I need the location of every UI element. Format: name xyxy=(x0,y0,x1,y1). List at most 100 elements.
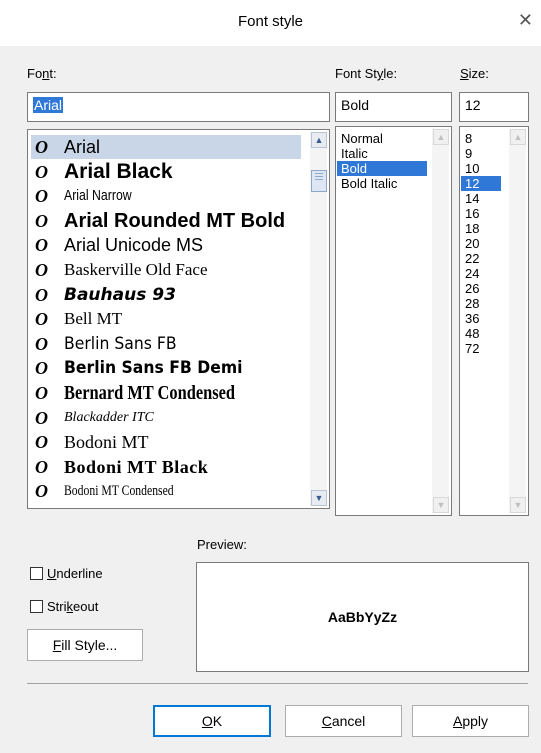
scroll-up-icon[interactable]: ▲ xyxy=(311,132,327,148)
font-style-scrollbar[interactable]: ▲ ▼ xyxy=(432,129,449,513)
scroll-up-icon[interactable]: ▲ xyxy=(433,129,449,145)
size-item[interactable]: 9 xyxy=(461,146,501,161)
font-style-items: Normal Italic Bold Bold Italic xyxy=(337,131,427,191)
font-type-icon: O xyxy=(35,186,48,207)
font-type-icon: O xyxy=(35,260,48,280)
font-input[interactable]: Arial xyxy=(27,92,330,122)
font-type-icon: O xyxy=(35,161,48,182)
font-list-item[interactable]: O Baskerville Old Face xyxy=(31,258,301,282)
font-type-icon: O xyxy=(35,481,48,502)
size-label: Size: xyxy=(460,66,489,81)
font-list-item[interactable]: O Bell MT xyxy=(31,307,301,331)
strikeout-label[interactable]: Strikeout xyxy=(47,599,98,614)
size-item[interactable]: 12 xyxy=(461,176,501,191)
font-type-icon: O xyxy=(35,284,48,305)
font-type-icon: O xyxy=(35,358,48,379)
font-type-icon: O xyxy=(35,407,48,428)
ok-button[interactable]: OK xyxy=(153,705,271,737)
size-item[interactable]: 24 xyxy=(461,266,501,281)
size-items: 8 9 10 12 14 16 18 20 22 24 26 28 36 48 72 xyxy=(461,131,501,356)
font-list-item-label: Berlin Sans FB Demi xyxy=(64,358,243,379)
size-item[interactable]: 36 xyxy=(461,311,501,326)
font-list-item-label: Bernard MT Condensed xyxy=(64,382,236,404)
underline-label[interactable]: Underline xyxy=(47,566,103,581)
font-list-item-label: Bodoni MT Black xyxy=(64,456,209,477)
font-style-input[interactable]: Bold xyxy=(335,92,452,122)
font-list-item[interactable]: O Bodoni MT Black xyxy=(31,455,301,479)
size-item[interactable]: 22 xyxy=(461,251,501,266)
size-scrollbar[interactable]: ▲ ▼ xyxy=(509,129,526,513)
font-list-scrollbar[interactable]: ▲ ▼ xyxy=(310,132,327,506)
font-list-item[interactable]: O Arial xyxy=(31,135,301,159)
font-type-icon: O xyxy=(35,333,48,354)
font-list-item[interactable]: O Bernard MT Condensed xyxy=(31,381,301,405)
font-list-item-label: Arial Narrow xyxy=(64,187,132,205)
strikeout-checkbox[interactable] xyxy=(30,600,43,613)
size-item[interactable]: 18 xyxy=(461,221,501,236)
font-list-item-label: Bell MT xyxy=(64,309,123,329)
font-list-item-label: Arial xyxy=(64,137,101,157)
size-item[interactable]: 8 xyxy=(461,131,501,146)
font-list-item-label: Arial Unicode MS xyxy=(64,235,204,256)
font-style-list[interactable]: Normal Italic Bold Bold Italic ▲ ▼ xyxy=(335,126,452,516)
fill-style-button[interactable]: Fill Style... xyxy=(27,629,143,661)
font-input-text: Arial xyxy=(33,97,64,113)
dialog-title: Font style xyxy=(237,13,304,30)
preview-label: Preview: xyxy=(197,537,247,552)
scroll-down-icon[interactable]: ▼ xyxy=(510,497,526,513)
cancel-button[interactable]: Cancel xyxy=(285,705,402,737)
font-list-item-label: Bauhaus 93 xyxy=(64,284,176,305)
font-label: Font: xyxy=(27,66,57,81)
font-type-icon: O xyxy=(35,137,48,157)
font-style-item[interactable]: Normal xyxy=(337,131,427,146)
preview-box: AaBbYyZz xyxy=(196,562,529,672)
font-list-item-label: Bodoni MT Condensed xyxy=(64,483,174,500)
close-icon[interactable]: ✕ xyxy=(518,10,533,31)
scroll-down-icon[interactable]: ▼ xyxy=(311,490,327,506)
font-list-item[interactable]: O Arial Narrow xyxy=(31,184,301,208)
size-item[interactable]: 48 xyxy=(461,326,501,341)
size-item[interactable]: 16 xyxy=(461,206,501,221)
font-list-item[interactable]: O Bodoni MT Condensed xyxy=(31,479,301,503)
font-style-label: Font Style: xyxy=(335,66,398,81)
title-bar: Font style ✕ xyxy=(0,0,541,46)
font-list-item[interactable]: O Arial Rounded MT Bold xyxy=(31,209,301,233)
scroll-down-icon[interactable]: ▼ xyxy=(433,497,449,513)
font-style-item[interactable]: Bold xyxy=(337,161,427,176)
font-type-icon: O xyxy=(35,456,48,477)
font-type-icon: O xyxy=(35,383,48,403)
font-list-item[interactable]: O Berlin Sans FB Demi xyxy=(31,356,301,380)
font-list-item-label: Bodoni MT xyxy=(64,432,149,453)
size-item[interactable]: 28 xyxy=(461,296,501,311)
font-list-item-label: Blackadder ITC xyxy=(64,409,154,425)
size-item[interactable]: 10 xyxy=(461,161,501,176)
font-list-item[interactable]: O Berlin Sans FB xyxy=(31,332,301,356)
font-list-item[interactable]: O Bodoni MT xyxy=(31,430,301,454)
font-list-item[interactable]: O Bauhaus 93 xyxy=(31,283,301,307)
size-item[interactable]: 26 xyxy=(461,281,501,296)
font-style-item[interactable]: Bold Italic xyxy=(337,176,427,191)
font-type-icon: O xyxy=(35,210,48,231)
font-type-icon: O xyxy=(35,235,48,256)
size-item[interactable]: 14 xyxy=(461,191,501,206)
font-type-icon: O xyxy=(35,309,48,330)
preview-sample: AaBbYyZz xyxy=(327,609,398,625)
scroll-thumb[interactable] xyxy=(311,170,327,192)
font-list-item[interactable]: O Blackadder ITC xyxy=(31,406,301,430)
scroll-up-icon[interactable]: ▲ xyxy=(510,129,526,145)
font-list-item-label: Arial Black xyxy=(64,159,173,183)
underline-checkbox[interactable] xyxy=(30,567,43,580)
size-item[interactable]: 72 xyxy=(461,341,501,356)
font-list-item-label: Berlin Sans FB xyxy=(64,333,177,354)
font-list-item[interactable]: O Arial Black xyxy=(31,160,301,184)
font-list[interactable]: O Arial O Arial Black O Arial Narrow O Arial Ro… xyxy=(27,129,330,509)
separator xyxy=(27,683,528,684)
font-style-item[interactable]: Italic xyxy=(337,146,427,161)
size-input[interactable]: 12 xyxy=(459,92,529,122)
font-type-icon: O xyxy=(35,432,48,453)
font-list-item-label: Arial Rounded MT Bold xyxy=(64,209,286,232)
font-list-item[interactable]: O Arial Unicode MS xyxy=(31,233,301,257)
size-item[interactable]: 20 xyxy=(461,236,501,251)
size-list[interactable]: 8 9 10 12 14 16 18 20 22 24 26 28 36 48 72 ▲ ▼ xyxy=(459,126,529,516)
apply-button[interactable]: Apply xyxy=(412,705,529,737)
